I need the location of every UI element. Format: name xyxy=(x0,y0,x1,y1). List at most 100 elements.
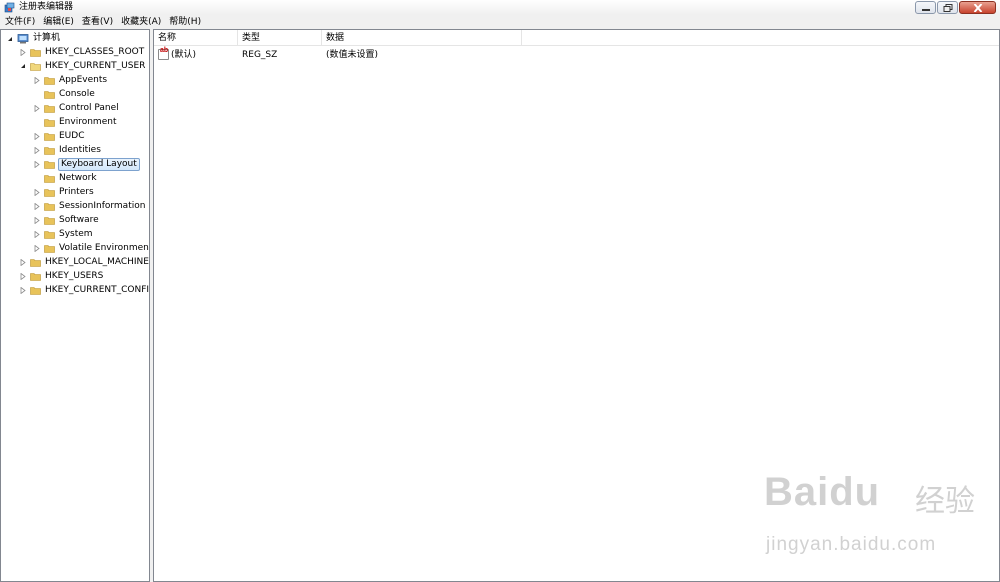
title-bar[interactable]: 注册表编辑器 xyxy=(0,0,1000,15)
tree-item-hkey-users[interactable]: HKEY_USERS xyxy=(19,270,104,283)
table-row[interactable]: ab (默认) REG_SZ (数值未设置) xyxy=(154,47,999,63)
tree-item-label: Control Panel xyxy=(59,102,119,113)
expand-triangle-icon[interactable] xyxy=(19,272,27,280)
menu-view[interactable]: 查看(V) xyxy=(79,15,118,29)
column-type[interactable]: 类型 xyxy=(238,30,322,46)
tree-item-label: Keyboard Layout xyxy=(58,157,140,171)
tree-item-hkey-classes-root[interactable]: HKEY_CLASSES_ROOT xyxy=(19,46,145,59)
tree-item-network[interactable]: Network xyxy=(33,172,98,185)
window-controls xyxy=(914,1,996,14)
value-data: (数值未设置) xyxy=(326,50,379,60)
folder-icon xyxy=(44,104,55,113)
tree-item-label: Identities xyxy=(59,144,101,155)
value-name: (默认) xyxy=(171,50,197,60)
folder-icon xyxy=(44,76,55,85)
folder-icon xyxy=(44,230,55,239)
minimize-icon xyxy=(921,8,930,11)
string-value-icon: ab xyxy=(158,47,169,60)
menu-file[interactable]: 文件(F) xyxy=(2,15,40,29)
folder-open-icon xyxy=(30,62,41,71)
tree-item-label: Volatile Environment xyxy=(59,242,150,253)
expand-triangle-icon[interactable] xyxy=(19,258,27,266)
tree-item-volatile-environment[interactable]: Volatile Environment xyxy=(33,242,150,255)
tree-item-label: HKEY_CURRENT_USER xyxy=(45,60,146,71)
tree-item-label: HKEY_CURRENT_CONFIG xyxy=(45,284,150,295)
tree-item-label: 计算机 xyxy=(33,33,61,43)
tree-item-environment[interactable]: Environment xyxy=(33,116,117,129)
tree-item-console[interactable]: Console xyxy=(33,88,96,101)
expand-triangle-icon[interactable] xyxy=(33,230,41,238)
tree-item-system[interactable]: System xyxy=(33,228,94,241)
column-data[interactable]: 数据 xyxy=(322,30,522,46)
tree-item-label: HKEY_USERS xyxy=(45,270,104,281)
tree-item-label: HKEY_CLASSES_ROOT xyxy=(45,46,145,57)
watermark-jingyan: 经验 xyxy=(915,484,975,519)
expand-triangle-icon[interactable] xyxy=(33,202,41,210)
folder-icon xyxy=(44,244,55,253)
tree-item-label: Printers xyxy=(59,186,94,197)
tree-item-label: Console xyxy=(59,88,95,99)
folder-icon xyxy=(44,188,55,197)
restore-button[interactable] xyxy=(937,1,958,14)
expand-triangle-icon[interactable] xyxy=(33,244,41,252)
folder-icon xyxy=(44,132,55,141)
menu-edit[interactable]: 编辑(E) xyxy=(40,15,79,29)
tree-item-label: HKEY_LOCAL_MACHINE xyxy=(45,256,149,267)
tree-item-label: System xyxy=(59,228,93,239)
menu-favorites[interactable]: 收藏夹(A) xyxy=(118,15,166,29)
tree-item-eudc[interactable]: EUDC xyxy=(33,130,86,143)
tree-item-label: EUDC xyxy=(59,130,85,141)
tree-item-label: SessionInformation xyxy=(59,200,146,211)
tree-item-computer[interactable]: 计算机 xyxy=(6,32,61,45)
tree-item-software[interactable]: Software xyxy=(33,214,100,227)
expand-triangle-icon[interactable] xyxy=(33,132,41,140)
expand-triangle-icon[interactable] xyxy=(19,286,27,294)
tree-item-printers[interactable]: Printers xyxy=(33,186,95,199)
tree-item-appevents[interactable]: AppEvents xyxy=(33,74,108,87)
expand-triangle-icon[interactable] xyxy=(33,104,41,112)
watermark-logo: Baidu xyxy=(764,470,881,514)
restore-icon xyxy=(943,3,952,12)
folder-icon xyxy=(44,202,55,211)
tree-item-hkey-current-user[interactable]: HKEY_CURRENT_USER xyxy=(19,60,146,73)
expand-triangle-icon[interactable] xyxy=(19,48,27,56)
tree-item-hkey-local-machine[interactable]: HKEY_LOCAL_MACHINE xyxy=(19,256,149,269)
registry-tree[interactable]: 计算机 HKEY_CLASSES_ROOT HKEY_CURRENT_USER … xyxy=(0,29,150,582)
baidu-jingyan-watermark: Baidu 经验 jingyan.baidu.com xyxy=(760,470,980,570)
expand-triangle-icon[interactable] xyxy=(33,146,41,154)
tree-item-sessioninformation[interactable]: SessionInformation xyxy=(33,200,146,213)
window-title: 注册表编辑器 xyxy=(19,2,74,12)
expand-triangle-icon[interactable] xyxy=(33,76,41,84)
folder-icon xyxy=(30,48,41,57)
expand-triangle-icon[interactable] xyxy=(33,216,41,224)
minimize-button[interactable] xyxy=(915,1,936,14)
folder-icon xyxy=(44,90,55,99)
folder-icon xyxy=(30,272,41,281)
tree-item-identities[interactable]: Identities xyxy=(33,144,102,157)
close-button[interactable] xyxy=(959,1,996,14)
regedit-icon xyxy=(4,2,15,13)
menu-help[interactable]: 帮助(H) xyxy=(166,15,206,29)
value-type: REG_SZ xyxy=(242,50,278,60)
tree-item-control-panel[interactable]: Control Panel xyxy=(33,102,120,115)
collapse-triangle-icon[interactable] xyxy=(6,35,14,43)
collapse-triangle-icon[interactable] xyxy=(19,62,27,70)
column-header: 名称 类型 数据 xyxy=(154,30,999,46)
tree-item-label: Network xyxy=(59,172,97,183)
tree-item-label: Environment xyxy=(59,116,117,127)
tree-item-label: Software xyxy=(59,214,99,225)
expand-triangle-icon[interactable] xyxy=(33,160,41,168)
folder-icon xyxy=(44,160,55,169)
folder-icon xyxy=(44,146,55,155)
menu-bar: 文件(F) 编辑(E) 查看(V) 收藏夹(A) 帮助(H) xyxy=(0,15,1000,29)
folder-icon xyxy=(30,258,41,267)
close-icon xyxy=(973,3,982,12)
folder-icon xyxy=(44,174,55,183)
computer-icon xyxy=(17,33,29,43)
folder-icon xyxy=(44,118,55,127)
tree-item-hkey-current-config[interactable]: HKEY_CURRENT_CONFIG xyxy=(19,284,150,297)
expand-triangle-icon[interactable] xyxy=(33,188,41,196)
tree-item-keyboard-layout[interactable]: Keyboard Layout xyxy=(33,157,140,171)
column-name[interactable]: 名称 xyxy=(154,30,238,46)
folder-icon xyxy=(30,286,41,295)
